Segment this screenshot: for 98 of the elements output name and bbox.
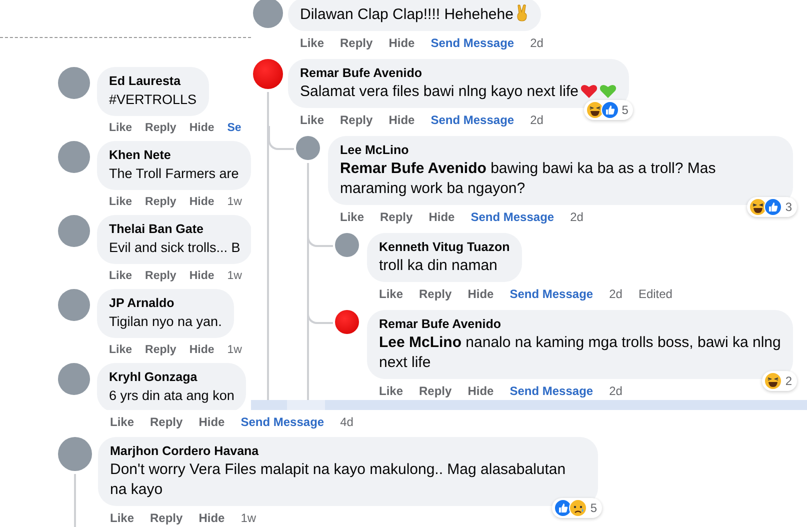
sad-face-icon xyxy=(569,499,588,517)
action-button[interactable]: Like xyxy=(109,342,132,358)
timestamp: 1w xyxy=(227,195,242,210)
timestamp: 1w xyxy=(227,343,242,358)
action-button[interactable]: Reply xyxy=(150,510,183,526)
heart-icon xyxy=(599,83,618,99)
reaction-badge[interactable]: 5 xyxy=(552,498,602,518)
avatar[interactable] xyxy=(58,215,90,247)
reaction-count: 3 xyxy=(785,199,792,215)
author-name[interactable]: Kenneth Vitug Tuazon xyxy=(379,239,510,256)
comment-text: Remar Bufe Avenido bawing bawi ka ba as a troll? Mas maraming work ba ngayon? xyxy=(340,160,716,197)
comment-text: #VERTROLLS xyxy=(109,92,197,107)
action-button[interactable]: Reply xyxy=(340,112,373,128)
author-name[interactable]: Marjhon Cordero Havana xyxy=(110,443,259,460)
action-button[interactable]: Hide xyxy=(189,194,214,210)
action-link[interactable]: Se xyxy=(227,120,242,136)
action-button[interactable]: Like xyxy=(109,194,132,210)
reaction-badge[interactable]: 3 xyxy=(747,197,797,217)
action-button[interactable]: Reply xyxy=(150,414,183,430)
avatar[interactable] xyxy=(253,59,283,89)
action-link[interactable]: Send Message xyxy=(510,383,594,399)
action-button[interactable]: Hide xyxy=(189,268,214,284)
action-button[interactable]: Reply xyxy=(145,120,176,136)
avatar[interactable] xyxy=(58,437,92,471)
thumbs-up-icon xyxy=(600,101,619,119)
avatar[interactable] xyxy=(335,310,359,334)
avatar[interactable] xyxy=(335,233,359,257)
reaction-count: 2 xyxy=(785,373,792,389)
action-button[interactable]: Hide xyxy=(428,209,455,225)
comment-text: Dilawan Clap Clap!!!! Hehehehe xyxy=(300,6,514,23)
comment-text: Tigilan nyo na yan. xyxy=(109,314,222,329)
action-button[interactable]: Hide xyxy=(189,120,214,136)
action-button[interactable]: Reply xyxy=(419,383,452,399)
author-name[interactable]: Remar Bufe Avenido xyxy=(379,316,502,333)
reaction-badge[interactable]: 5 xyxy=(584,100,634,120)
avatar[interactable] xyxy=(58,289,90,321)
action-button[interactable]: Reply xyxy=(340,35,373,51)
action-button[interactable]: Hide xyxy=(388,35,415,51)
author-name[interactable]: Lee McLino xyxy=(340,142,409,159)
laughing-face-icon xyxy=(764,372,782,390)
timestamp: 1w xyxy=(227,269,242,284)
action-button[interactable]: Like xyxy=(379,383,404,399)
timestamp: 4d xyxy=(340,414,354,430)
action-button[interactable]: Hide xyxy=(468,383,494,399)
action-button[interactable]: Reply xyxy=(145,342,176,358)
timestamp: 2d xyxy=(530,112,544,128)
avatar[interactable] xyxy=(58,67,90,99)
action-link[interactable]: Send Message xyxy=(240,414,324,430)
avatar[interactable] xyxy=(253,0,283,28)
timestamp: 2d xyxy=(609,383,622,399)
action-link[interactable]: Send Message xyxy=(510,286,594,302)
timestamp: 2d xyxy=(570,209,584,225)
comment-text: The Troll Farmers are xyxy=(109,166,239,181)
author-name[interactable]: Khen Nete xyxy=(109,147,171,164)
author-name[interactable]: Ed Lauresta xyxy=(109,73,181,90)
avatar[interactable] xyxy=(296,136,320,160)
author-name[interactable]: JP Arnaldo xyxy=(109,295,174,312)
action-button[interactable]: Hide xyxy=(189,342,214,358)
action-button[interactable]: Hide xyxy=(198,414,225,430)
action-button[interactable]: Hide xyxy=(198,510,225,526)
action-button[interactable]: Like xyxy=(340,209,364,225)
comment-text: Salamat vera files bawi nlng kayo next life xyxy=(300,83,578,100)
edited-label: Edited xyxy=(638,286,672,302)
action-button[interactable]: Like xyxy=(109,120,132,136)
action-link[interactable]: Send Message xyxy=(430,35,514,51)
author-name[interactable]: Thelai Ban Gate xyxy=(109,221,204,238)
timestamp: 2d xyxy=(530,35,544,51)
action-button[interactable]: Like xyxy=(300,112,324,128)
action-button[interactable]: Like xyxy=(379,286,404,302)
action-button[interactable]: Reply xyxy=(419,286,452,302)
action-button[interactable]: Reply xyxy=(145,194,176,210)
comment-text: 6 yrs din ata ang kon xyxy=(109,388,234,403)
thumbs-up-icon xyxy=(764,198,782,216)
reaction-count: 5 xyxy=(590,500,597,516)
timestamp: 2d xyxy=(609,286,622,302)
action-button[interactable]: Reply xyxy=(380,209,413,225)
action-button[interactable]: Like xyxy=(110,510,134,526)
action-button[interactable]: Reply xyxy=(145,268,176,284)
action-link[interactable]: Send Message xyxy=(470,209,554,225)
victory-hand-icon xyxy=(515,4,530,22)
action-button[interactable]: Hide xyxy=(468,286,494,302)
reaction-badge[interactable]: 2 xyxy=(762,371,797,391)
heart-icon xyxy=(580,83,598,99)
action-link[interactable]: Send Message xyxy=(430,112,514,128)
comment-text: Don't worry Vera Files malapit na kayo makulong.. Mag alasabalutan na kayo xyxy=(110,461,566,498)
reaction-count: 5 xyxy=(622,102,628,118)
author-name[interactable]: Kryhl Gonzaga xyxy=(109,369,198,386)
avatar[interactable] xyxy=(58,141,90,173)
action-button[interactable]: Like xyxy=(109,268,132,284)
avatar[interactable] xyxy=(58,363,90,395)
action-button[interactable]: Like xyxy=(110,414,134,430)
comment-text: troll ka din naman xyxy=(379,257,498,274)
timestamp: 1w xyxy=(240,510,256,526)
comment-text: Evil and sick trolls... B xyxy=(109,240,240,255)
action-button[interactable]: Hide xyxy=(388,112,415,128)
author-name[interactable]: Remar Bufe Avenido xyxy=(300,65,422,82)
action-button[interactable]: Like xyxy=(300,35,324,51)
comment-text: Lee McLino nanalo na kaming mga trolls boss, bawi ka nlng next life xyxy=(379,334,781,371)
